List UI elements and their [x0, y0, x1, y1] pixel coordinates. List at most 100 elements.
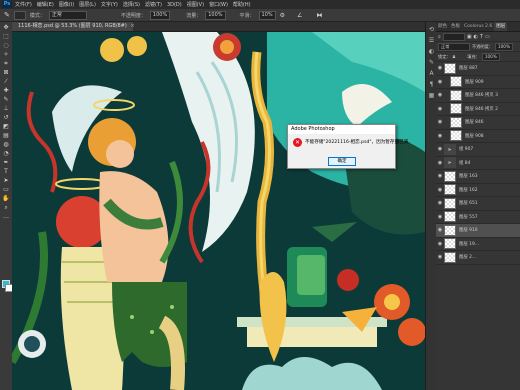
brush-tool-icon[interactable]: ✎	[4, 11, 10, 19]
filter-adjust-icon[interactable]: ◐	[474, 34, 478, 40]
marquee-tool-icon[interactable]: ⬚	[2, 34, 10, 40]
visibility-eye-icon[interactable]: ◉	[436, 241, 444, 247]
menu-view[interactable]: 视图(V)	[187, 1, 204, 8]
crop-tool-icon[interactable]: ⌗	[2, 61, 10, 67]
eraser-tool-icon[interactable]: ◩	[2, 124, 10, 130]
layer-kind-filter[interactable]	[442, 32, 465, 41]
gradient-tool-icon[interactable]: ▤	[2, 133, 10, 139]
visibility-eye-icon[interactable]: ◉	[436, 173, 444, 179]
frame-tool-icon[interactable]: ⊠	[2, 70, 10, 76]
history-panel-icon[interactable]: ⟲	[428, 26, 435, 33]
layer-row[interactable]: ◉ 图层 887	[436, 62, 520, 76]
visibility-eye-icon[interactable]: ◉	[436, 146, 444, 152]
visibility-eye-icon[interactable]: ◉	[436, 106, 444, 112]
dialog-message: 不能存储"20221116-相恋.psd"，因为暂存盘已满。	[305, 140, 413, 145]
lock-icon[interactable]: 🔒︎	[453, 54, 456, 60]
layer-row[interactable]: ◉ 图层 651	[436, 197, 520, 211]
hand-tool-icon[interactable]: ✋	[2, 196, 10, 202]
filter-shape-icon[interactable]: ▭	[485, 34, 490, 40]
healing-tool-icon[interactable]: ✚	[2, 88, 10, 94]
visibility-eye-icon[interactable]: ◉	[436, 119, 444, 125]
blur-tool-icon[interactable]: ◍	[2, 142, 10, 148]
menu-filter[interactable]: 滤镜(T)	[145, 1, 162, 8]
more-tools-icon[interactable]: …	[2, 214, 10, 220]
zoom-tool-icon[interactable]: ⌕	[2, 205, 10, 211]
visibility-eye-icon[interactable]: ◉	[436, 200, 444, 206]
visibility-eye-icon[interactable]: ◉	[436, 214, 444, 220]
adjustments-panel-icon[interactable]: ◐	[428, 48, 435, 55]
layer-row[interactable]: ◉ 图层 162	[436, 184, 520, 197]
paragraph-panel-icon[interactable]: ¶	[428, 81, 435, 88]
filter-type-icon[interactable]: T	[480, 34, 483, 40]
visibility-eye-icon[interactable]: ◉	[436, 254, 444, 260]
visibility-eye-icon[interactable]: ◉	[436, 65, 444, 71]
error-dialog: Adobe Photoshop ✕ 不能存储"20221116-相恋.psd"，…	[287, 124, 413, 169]
fill-field[interactable]: 100%	[481, 52, 500, 61]
dodge-tool-icon[interactable]: ◔	[2, 151, 10, 157]
menu-3d[interactable]: 3D(D)	[167, 2, 182, 8]
character-panel-icon[interactable]: A	[428, 70, 435, 77]
layer-group-row[interactable]: ◉ ▸ 组 84	[436, 157, 520, 170]
symmetry-icon[interactable]: ⧓	[316, 12, 322, 19]
layer-row[interactable]: ◉ 图层 846 拷贝 3	[436, 89, 520, 103]
history-brush-tool-icon[interactable]: ↺	[2, 115, 10, 121]
layer-opacity-field[interactable]: 100%	[494, 42, 513, 51]
layer-row[interactable]: ◉ 图层 163	[436, 170, 520, 184]
menu-edit[interactable]: 编辑(E)	[37, 1, 54, 8]
properties-panel-icon[interactable]: ☰	[428, 37, 435, 44]
ok-button[interactable]: 确定	[328, 157, 356, 166]
brush-panel-icon[interactable]: ✎	[428, 59, 435, 66]
visibility-eye-icon[interactable]: ◉	[436, 160, 444, 166]
libraries-panel-icon[interactable]: ▦	[428, 92, 435, 99]
menu-image[interactable]: 图像(I)	[59, 1, 74, 8]
tab-color[interactable]: 颜色	[436, 22, 449, 31]
search-icon[interactable]: ⌕	[438, 34, 441, 40]
stamp-tool-icon[interactable]: ⊥	[2, 106, 10, 112]
layer-row[interactable]: ◉ 图层 846 拷贝 2	[436, 103, 520, 116]
tab-layers[interactable]: 图层	[494, 22, 508, 31]
menu-window[interactable]: 窗口(W)	[209, 1, 228, 8]
visibility-eye-icon[interactable]: ◉	[436, 133, 444, 139]
menu-help[interactable]: 帮助(H)	[233, 1, 251, 8]
menu-file[interactable]: 文件(F)	[15, 1, 32, 8]
visibility-eye-icon[interactable]: ◉	[436, 187, 444, 193]
menu-select[interactable]: 选择(S)	[123, 1, 140, 8]
layer-row[interactable]: ◉ 图层 19...	[436, 238, 520, 251]
layer-row[interactable]: ◉ 图层 557	[436, 211, 520, 224]
document-tab[interactable]: 1116-相恋.psd @ 53.3% (图层 910, RGB/8#)	[12, 22, 133, 31]
layer-row[interactable]: ◉ 图层 846	[436, 116, 520, 130]
fill-label: 填充：	[467, 53, 480, 59]
visibility-eye-icon[interactable]: ◉	[436, 92, 444, 98]
pen-tool-icon[interactable]: ✒	[2, 160, 10, 166]
lasso-tool-icon[interactable]: ◌	[2, 43, 10, 49]
tab-swatches[interactable]: 色板	[449, 22, 462, 31]
eyedropper-tool-icon[interactable]: ⁄	[2, 79, 10, 85]
type-tool-icon[interactable]: T	[2, 169, 10, 175]
opacity-field[interactable]: 100%	[149, 10, 171, 20]
visibility-eye-icon[interactable]: ◉	[436, 227, 444, 233]
visibility-eye-icon[interactable]: ◉	[436, 79, 444, 85]
smooth-field[interactable]: 10%	[258, 10, 276, 20]
path-select-tool-icon[interactable]: ➤	[2, 178, 10, 184]
menu-layer[interactable]: 图层(L)	[79, 1, 96, 8]
filter-pixel-icon[interactable]: ▣	[467, 34, 472, 40]
layer-row[interactable]: ◉ 图层 908	[436, 130, 520, 143]
move-tool-icon[interactable]: ✥	[2, 25, 10, 31]
brush-preset-picker[interactable]	[13, 10, 26, 20]
layer-group-row[interactable]: ◉ ▸ 组 907	[436, 143, 520, 157]
close-tab-icon[interactable]: ×	[130, 23, 134, 29]
document-canvas[interactable]	[12, 32, 425, 390]
tab-coolorus[interactable]: Coolorus 2.6	[462, 22, 494, 31]
blend-mode-select[interactable]: 正常	[438, 42, 470, 51]
angle-icon[interactable]: ∠	[297, 12, 302, 19]
brush-tool-icon[interactable]: ✎	[2, 97, 10, 103]
gear-icon[interactable]: ⚙	[280, 12, 285, 19]
layer-row[interactable]: ◉ 图层 910	[436, 224, 520, 238]
layer-row[interactable]: ◉ 图层 909	[436, 76, 520, 89]
shape-tool-icon[interactable]: ▭	[2, 187, 10, 193]
flow-field[interactable]: 100%	[205, 10, 226, 20]
menu-type[interactable]: 文字(Y)	[101, 1, 118, 8]
layer-row[interactable]: ◉ 图层 2...	[436, 251, 520, 265]
mode-select[interactable]: 正常	[48, 10, 87, 20]
quick-select-tool-icon[interactable]: ✧	[2, 52, 10, 58]
